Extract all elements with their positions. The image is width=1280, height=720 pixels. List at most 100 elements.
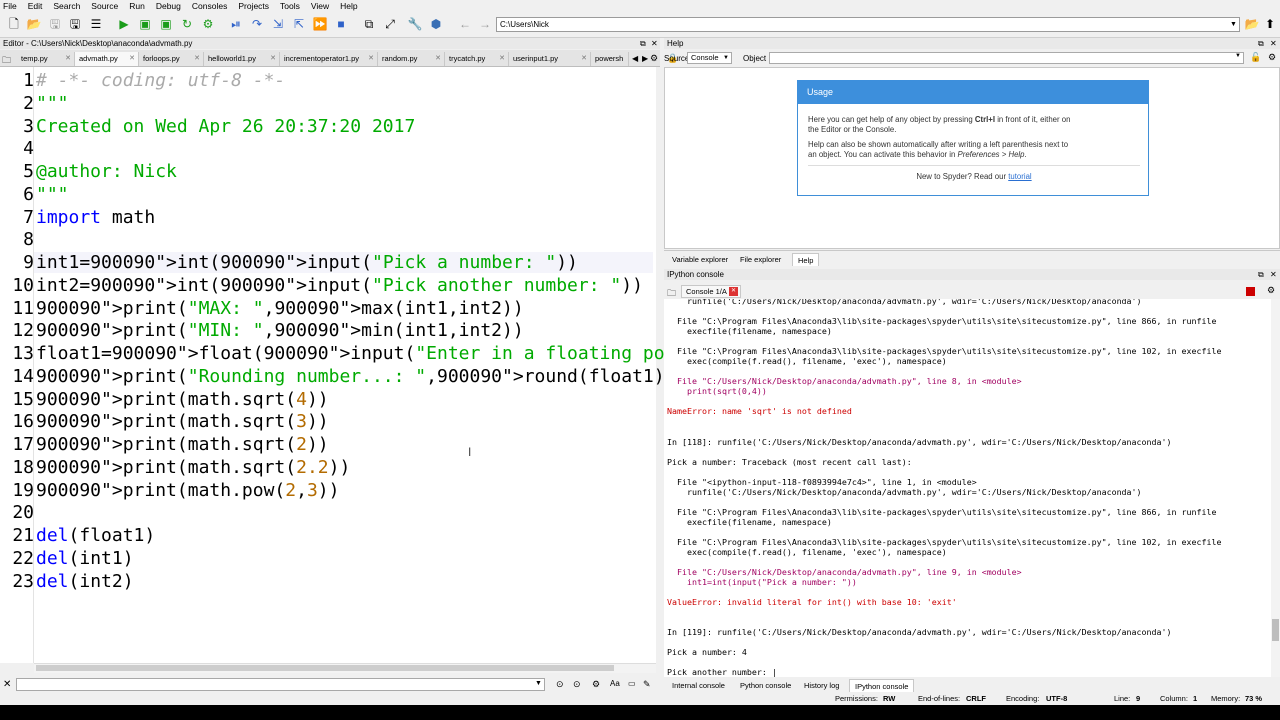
find-previous-icon[interactable]: ⊙ <box>556 679 564 690</box>
tab-variable-explorer[interactable]: Variable explorer <box>667 253 733 266</box>
preferences-icon[interactable]: 🔧 <box>407 16 423 32</box>
tab-random[interactable]: random.py ✕ <box>378 52 445 66</box>
working-directory-field[interactable]: C:\Users\Nick <box>496 17 1240 32</box>
object-input[interactable]: ▼ <box>769 52 1244 64</box>
tab-incrementoperator1[interactable]: incrementoperator1.py ✕ <box>280 52 378 66</box>
close-icon[interactable]: ✕ <box>1270 270 1277 279</box>
list-icon[interactable]: ☰ <box>88 16 104 32</box>
undock-icon[interactable]: ⧉ <box>1258 270 1264 280</box>
tab-ipython-console[interactable]: IPython console <box>849 679 915 692</box>
stop-debug-icon[interactable]: ■ <box>333 16 349 32</box>
chevron-down-icon[interactable]: ▼ <box>535 680 542 687</box>
tab-trycatch[interactable]: trycatch.py ✕ <box>445 52 509 66</box>
debug-icon[interactable]: ⏯ <box>228 16 244 32</box>
close-icon[interactable]: ✕ <box>581 52 587 66</box>
code-line: 900090">print("MAX: ",900090">max(int1,i… <box>36 297 524 319</box>
stop-icon[interactable] <box>1246 287 1255 296</box>
chevron-down-icon[interactable]: ▼ <box>1228 18 1239 31</box>
tab-help[interactable]: Help <box>792 253 820 266</box>
menu-help[interactable]: Help <box>340 1 357 11</box>
browse-folder-icon[interactable]: 📂 <box>1244 16 1260 32</box>
save-file-icon[interactable]: 🖫 <box>47 16 63 32</box>
close-icon[interactable]: ✕ <box>1270 39 1277 48</box>
line-number: 4 <box>23 138 34 160</box>
menu-edit[interactable]: Edit <box>28 1 43 11</box>
gear-icon[interactable]: ⚙ <box>1267 285 1275 296</box>
maximize-pane-icon[interactable]: ⧉ <box>361 16 377 32</box>
run-cell-advance-icon[interactable]: ▣ <box>158 16 174 32</box>
close-icon[interactable]: ✕ <box>194 52 200 66</box>
step-into-icon[interactable]: ⇲ <box>270 16 286 32</box>
tab-helloworld1[interactable]: helloworld1.py ✕ <box>204 52 280 66</box>
tab-python-console[interactable]: Python console <box>735 679 796 692</box>
step-return-icon[interactable]: ⇱ <box>291 16 307 32</box>
forward-icon[interactable]: → <box>477 16 493 32</box>
ipython-console-output[interactable]: runfile('C:/Users/Nick/Desktop/anaconda/… <box>664 299 1271 677</box>
close-icon[interactable]: ✕ <box>3 679 11 690</box>
highlight-icon[interactable]: ✎ <box>643 679 651 690</box>
menu-view[interactable]: View <box>311 1 329 11</box>
console-line: ValueError: invalid literal for int() wi… <box>667 597 957 608</box>
new-file-icon[interactable]: 🗋 <box>6 16 22 32</box>
close-icon[interactable]: ✕ <box>729 287 738 296</box>
menu-consoles[interactable]: Consoles <box>192 1 227 11</box>
scrollbar-thumb[interactable] <box>36 665 614 671</box>
scrollbar-thumb[interactable] <box>1272 619 1279 641</box>
run-icon[interactable]: ▶ <box>116 16 132 32</box>
close-icon[interactable]: ✕ <box>65 52 71 66</box>
scroll-tabs-left-icon[interactable]: ◀ <box>632 54 638 63</box>
tab-userinput1[interactable]: userinput1.py ✕ <box>509 52 591 66</box>
close-icon[interactable]: ✕ <box>435 52 441 66</box>
line-number: 13 <box>12 343 34 364</box>
tab-internal-console[interactable]: Internal console <box>667 679 730 692</box>
tab-temp[interactable]: temp.py ✕ <box>17 52 75 66</box>
run-config-icon[interactable]: ⚙ <box>200 16 216 32</box>
permissions-label: Permissions: <box>835 694 878 703</box>
line-value: 9 <box>1136 694 1141 703</box>
source-select[interactable]: Console ▼ <box>687 52 732 64</box>
memory-value: 73 % <box>1245 694 1263 703</box>
case-sensitive-icon[interactable]: Aa <box>610 679 620 688</box>
close-icon[interactable]: ✕ <box>129 52 135 66</box>
tab-advmath[interactable]: advmath.py ✕ <box>75 52 139 66</box>
find-input[interactable] <box>16 678 545 691</box>
step-icon[interactable]: ↷ <box>249 16 265 32</box>
menu-tools[interactable]: Tools <box>280 1 300 11</box>
menu-search[interactable]: Search <box>53 1 80 11</box>
whole-word-icon[interactable]: ▭ <box>628 679 636 688</box>
continue-icon[interactable]: ⏩ <box>312 16 328 32</box>
menu-source[interactable]: Source <box>91 1 118 11</box>
rerun-icon[interactable]: ↻ <box>179 16 195 32</box>
scroll-tabs-right-icon[interactable]: ▶ <box>642 54 648 63</box>
undock-icon[interactable]: ⧉ <box>1258 39 1264 49</box>
menu-projects[interactable]: Projects <box>238 1 269 11</box>
close-icon[interactable]: ✕ <box>499 52 505 66</box>
tab-history-log[interactable]: History log <box>799 679 844 692</box>
close-icon[interactable]: ✕ <box>270 52 276 66</box>
tab-powersh[interactable]: powersh <box>591 52 629 66</box>
menu-run[interactable]: Run <box>129 1 145 11</box>
lock-icon[interactable]: 🔓 <box>1250 52 1261 63</box>
close-icon[interactable]: ✕ <box>368 52 374 66</box>
tab-forloops[interactable]: forloops.py ✕ <box>139 52 204 66</box>
tab-file-explorer[interactable]: File explorer <box>735 253 786 266</box>
close-icon[interactable]: ✕ <box>651 39 658 48</box>
undock-icon[interactable]: ⧉ <box>640 39 646 49</box>
run-cell-icon[interactable]: ▣ <box>137 16 153 32</box>
find-next-icon[interactable]: ⊙ <box>573 679 581 690</box>
fullscreen-icon[interactable]: ⤢ <box>382 16 398 32</box>
menu-file[interactable]: File <box>3 1 17 11</box>
python-path-icon[interactable]: ⬢ <box>428 16 444 32</box>
parent-folder-icon[interactable]: ⬆ <box>1262 16 1278 32</box>
back-icon[interactable]: ← <box>457 16 473 32</box>
tab-console-1[interactable]: Console 1/A ✕ <box>681 285 741 298</box>
tutorial-link[interactable]: tutorial <box>1008 172 1031 181</box>
gear-icon[interactable]: ⚙ <box>650 53 658 64</box>
gear-icon[interactable]: ⚙ <box>592 679 600 690</box>
code-line: del(int1) <box>36 547 134 569</box>
gear-icon[interactable]: ⚙ <box>1268 52 1276 63</box>
line-number: 12 <box>12 320 34 342</box>
save-all-icon[interactable]: 🖫 <box>67 16 83 32</box>
open-file-icon[interactable]: 📂 <box>26 16 42 32</box>
menu-debug[interactable]: Debug <box>156 1 181 11</box>
